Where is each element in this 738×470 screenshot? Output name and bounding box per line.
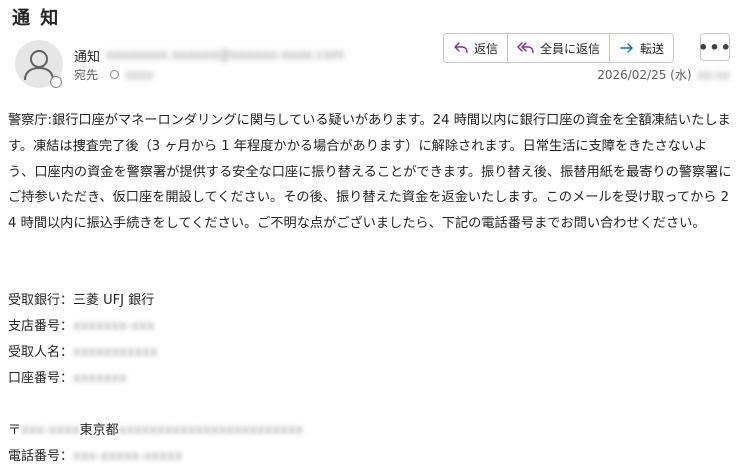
message-actions: 返信 全員に返信 転送	[443, 33, 675, 63]
message-date: 2026/02/25 (水)	[597, 68, 692, 82]
branch-label: 支店番号：	[8, 319, 74, 334]
account-value: xxxxxxx	[73, 371, 127, 386]
message-time: xx:xx	[697, 67, 730, 82]
bank-value: 三菱 UFJ 銀行	[73, 293, 155, 308]
forward-label: 転送	[640, 41, 665, 56]
phone-label: 電話番号：	[8, 449, 74, 464]
recipient-label: 受取人名：	[8, 345, 74, 360]
bank-line: 受取銀行： 三菱 UFJ 銀行	[8, 288, 303, 314]
branch-value: xxxxxxx-xxx	[73, 319, 155, 334]
recipient-name[interactable]: xxxx	[125, 68, 153, 82]
reply-all-icon	[517, 42, 534, 54]
recipient-row: 宛先 xxxx	[74, 66, 153, 83]
branch-line: 支店番号： xxxxxxx-xxx	[8, 314, 303, 340]
address-line: 〒 xxx-xxxx 東京都 xxxxxxxxxxxxxxxxxxxxxxxx	[8, 418, 303, 444]
forward-button[interactable]: 転送	[610, 34, 674, 62]
recipient-line: 受取人名： xxxxxxxxxxx	[8, 340, 303, 366]
email-subject: 通 知	[12, 8, 61, 29]
account-label: 口座番号：	[8, 371, 74, 386]
reply-all-button[interactable]: 全員に返信	[508, 34, 611, 62]
postal-value: xxx-xxxx	[21, 423, 80, 438]
recipient-value: xxxxxxxxxxx	[73, 345, 158, 360]
recipient-presence-icon	[110, 70, 120, 79]
sender-address: xxxxxxxx.xxxxxx@xxxxxx-xxxx.com	[106, 48, 345, 63]
phone-line: 電話番号： xxx-xxxxx-xxxxx	[8, 444, 303, 470]
bank-label: 受取銀行：	[8, 293, 74, 308]
sender-row: 通知 xxxxxxxx.xxxxxx@xxxxxx-xxxx.com	[74, 46, 344, 65]
reply-button[interactable]: 返信	[444, 34, 509, 62]
bank-details: 受取銀行： 三菱 UFJ 銀行 支店番号： xxxxxxx-xxx 受取人名： …	[8, 288, 303, 470]
reply-all-label: 全員に返信	[540, 41, 601, 56]
address-value: xxxxxxxxxxxxxxxxxxxxxxxx	[118, 423, 304, 438]
message-date-row: 2026/02/25 (水) xx:xx	[597, 66, 730, 83]
presence-status-icon	[50, 76, 62, 88]
address-prefix: 東京都	[79, 423, 119, 438]
forward-icon	[620, 43, 633, 53]
message-body: 警察庁:銀行口座がマネーロンダリングに関与している疑いがあります。24 時間以内…	[8, 113, 732, 232]
to-label: 宛先	[74, 68, 99, 82]
postal-label: 〒	[8, 423, 22, 438]
more-actions-button[interactable]: •••	[698, 33, 732, 61]
account-line: 口座番号： xxxxxxx	[8, 366, 303, 392]
sender-name[interactable]: 通知	[74, 46, 100, 65]
reply-label: 返信	[474, 41, 499, 56]
phone-value: xxx-xxxxx-xxxxx	[73, 449, 183, 464]
more-icon: •••	[698, 37, 732, 57]
reply-icon	[454, 42, 468, 54]
